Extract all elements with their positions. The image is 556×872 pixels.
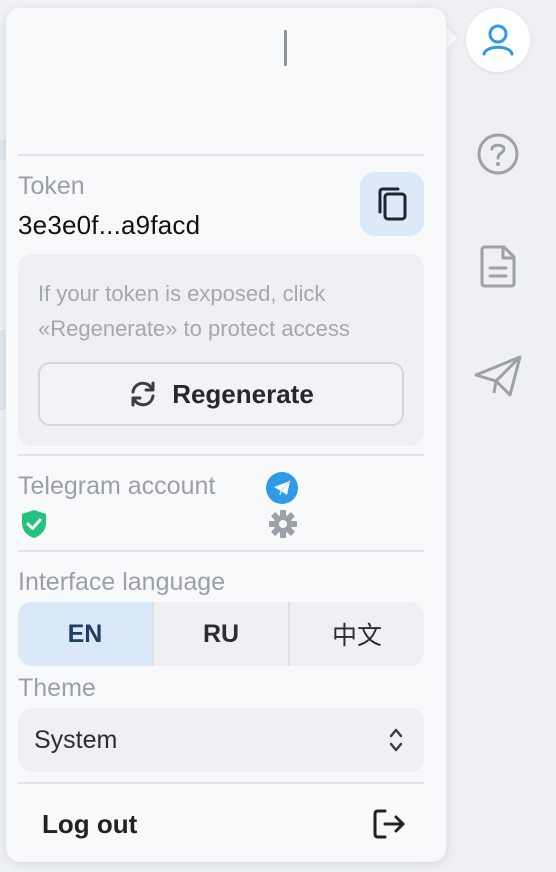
theme-select[interactable]: System [18,708,424,772]
regenerate-button[interactable]: Regenerate [38,362,404,426]
help-button[interactable] [474,130,522,178]
logout-label: Log out [42,808,138,839]
divider [18,454,424,456]
gear-icon[interactable] [268,509,298,539]
telegram-link-button[interactable] [472,352,524,400]
language-option-ru[interactable]: RU [152,602,288,666]
document-icon [480,245,516,288]
user-icon [482,24,514,56]
copy-icon [378,187,407,221]
logout-button[interactable]: Log out [18,784,424,864]
help-icon [477,133,519,175]
text-cursor [284,30,287,66]
send-icon [474,355,522,397]
divider [18,550,424,552]
language-option-zh[interactable]: 中文 [288,602,424,666]
copy-token-button[interactable] [360,172,424,236]
account-button[interactable] [466,8,530,72]
theme-label: Theme [18,674,96,702]
refresh-icon [131,381,155,407]
token-value: 3e3e0f...a9facd [18,210,201,240]
token-warning-box: If your token is exposed, click «Regener… [18,254,424,446]
chevron-up-down-icon [389,728,403,752]
regenerate-label: Regenerate [172,378,314,409]
theme-value: System [34,725,118,754]
token-label: Token [18,172,85,200]
logout-icon [373,809,405,839]
telegram-label: Telegram account [18,472,216,500]
language-switcher: EN RU 中文 [18,602,424,666]
telegram-icon [266,472,298,504]
verified-shield-icon [22,510,46,538]
docs-button[interactable] [476,242,520,290]
token-warning-text: If your token is exposed, click «Regener… [38,281,350,341]
divider [18,154,424,156]
language-label: Interface language [18,568,226,596]
language-option-en[interactable]: EN [18,602,152,666]
